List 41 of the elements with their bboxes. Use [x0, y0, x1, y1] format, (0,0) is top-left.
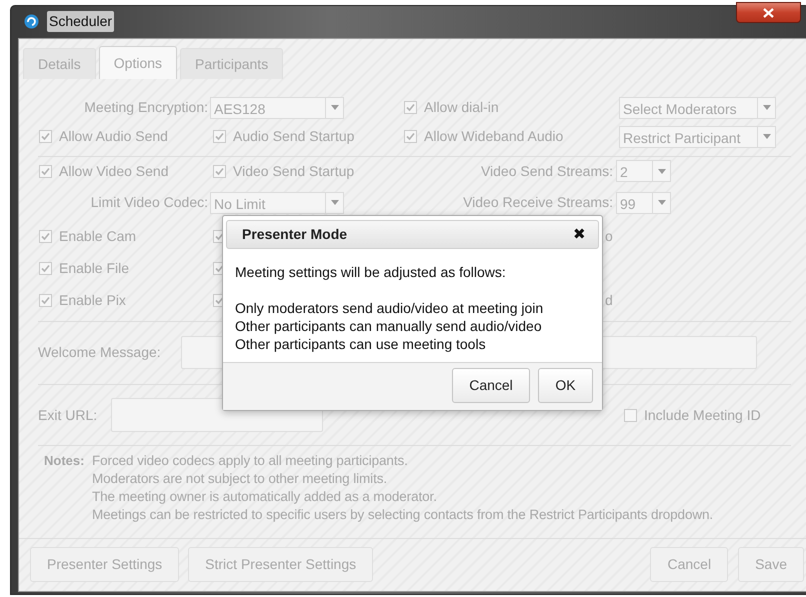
checkbox-label: Allow dial-in [424, 98, 499, 117]
dropdown-arrow-icon [762, 105, 770, 110]
dropdown-arrow-icon [330, 200, 338, 205]
dialog-text: Meeting settings will be adjusted as follows: [235, 263, 507, 281]
dialog-text: Other participants can use meeting tools [235, 335, 487, 353]
close-icon [763, 8, 774, 18]
notes-label: Notes: [44, 452, 86, 470]
checkbox-label: Allow Video Send [59, 162, 168, 180]
dialog-title: Presenter Mode [242, 225, 348, 244]
checkbox-label: Allow Audio Send [59, 127, 168, 146]
dropdown-arrow-icon [330, 105, 338, 110]
button[interactable]: Cancel [452, 368, 530, 403]
dialog-text: Only moderators send audio/video at meeting join [235, 299, 544, 317]
dialog-text: Other participants can manually send audio/video [235, 317, 543, 335]
field-label: Welcome Message: [38, 343, 162, 362]
checkbox-label: Enable Pix [59, 290, 126, 310]
checkbox-label: Allow Wideband Audio [424, 127, 564, 146]
field-label: Meeting Encryption: [83, 98, 209, 117]
field-label: Exit URL: [38, 406, 98, 424]
checkbox-label: d [605, 290, 613, 310]
note-text: Moderators are not subject to other meeting limits. [92, 470, 388, 488]
dropdown-arrow-icon [658, 200, 666, 205]
dropdown-arrow-icon [762, 134, 770, 139]
note-text: Meetings can be restricted to specific users by selecting contacts from the Restrict Participants dropdown. [92, 506, 714, 524]
window-title: Scheduler [47, 10, 114, 32]
field-label: Video Send Streams: [480, 162, 614, 180]
dropdown-arrow-icon [658, 168, 666, 174]
checkbox-label: Include Meeting ID [644, 406, 761, 425]
checkbox-label: Video Send Startup [233, 162, 354, 181]
field-label: Limit Video Codec: [90, 193, 209, 212]
checkbox-label: Audio Send Startup [233, 127, 354, 146]
note-text: The meeting owner is automatically added as a moderator. [92, 488, 438, 506]
field-label: Video Receive Streams: [462, 193, 614, 212]
app-icon [24, 14, 39, 28]
close-button[interactable] [736, 2, 801, 23]
checkbox-label: Enable Cam [59, 226, 136, 246]
button[interactable]: OK [538, 368, 593, 403]
close-button[interactable]: ✖ [573, 227, 586, 242]
note-text: Forced video codecs apply to all meeting participants. [92, 452, 409, 470]
checkbox-label: o [605, 226, 613, 246]
checkbox-label: Enable File [59, 258, 130, 278]
